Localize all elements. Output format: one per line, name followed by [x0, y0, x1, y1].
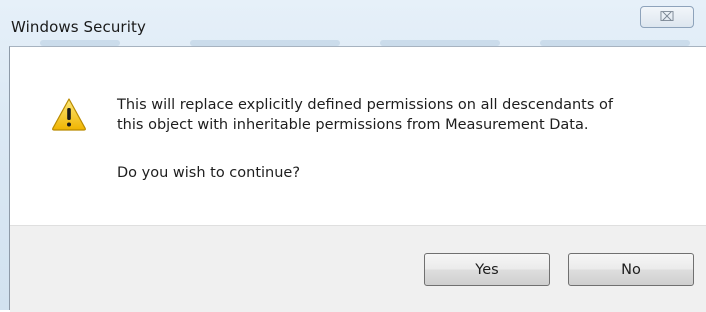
yes-button[interactable]: Yes: [424, 253, 550, 286]
dialog-content: This will replace explicitly defined per…: [9, 46, 706, 312]
message-line: This will replace explicitly defined per…: [117, 97, 614, 113]
warning-icon: [52, 98, 86, 131]
dialog-message: This will replace explicitly defined per…: [117, 95, 687, 135]
close-icon: ⌧: [659, 9, 675, 25]
dialog-window: Windows Security ⌧ This will replace exp…: [0, 0, 706, 312]
close-button[interactable]: ⌧: [640, 6, 694, 28]
button-bar: Yes No: [10, 225, 706, 312]
dialog-question: Do you wish to continue?: [117, 165, 301, 181]
no-button[interactable]: No: [568, 253, 694, 286]
message-line: this object with inheritable permissions…: [117, 117, 589, 133]
window-title: Windows Security: [11, 18, 146, 36]
